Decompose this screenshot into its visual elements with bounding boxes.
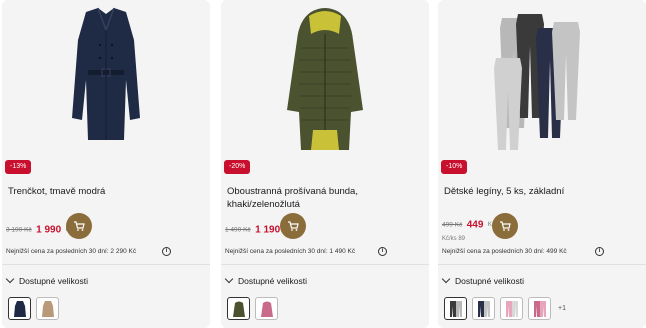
more-swatches-link[interactable]: +1 <box>558 305 566 312</box>
discount-badge: -13% <box>5 160 32 174</box>
lowest-price-note: Nejnižší cena za posledních 30 dní: 2 29… <box>6 248 137 255</box>
beige-coat-swatch-icon[interactable] <box>36 297 59 320</box>
chevron-down-icon <box>441 274 451 284</box>
cart-icon <box>500 221 511 231</box>
new-price: 449 <box>466 219 484 231</box>
discount-badge: -20% <box>224 160 251 174</box>
product-name[interactable]: Oboustranná prošívaná bunda, khaki/zelen… <box>227 185 423 211</box>
available-sizes-toggle[interactable]: Dostupné velikosti <box>5 274 88 286</box>
new-price: 1 190 <box>255 224 281 236</box>
product-card[interactable]: -20% Oboustranná prošívaná bunda, khaki/… <box>221 0 429 328</box>
product-card[interactable]: -13% Trenčkot, tmavě modrá 3 190 Kč 1 99… <box>2 0 210 328</box>
discount-badge: -10% <box>441 160 468 174</box>
available-sizes-toggle[interactable]: Dostupné velikosti <box>224 274 307 286</box>
lowest-price-note: Nejnižší cena za posledních 30 dní: 1 49… <box>225 248 356 255</box>
color-swatches <box>8 297 59 320</box>
cart-icon <box>288 221 299 231</box>
old-price: 499 Kč <box>442 221 463 229</box>
product-card[interactable]: -10% Dětské legíny, 5 ks, základní 499 K… <box>438 0 646 328</box>
grey-leggings-swatch-icon[interactable] <box>472 297 495 320</box>
product-image-quilted-jacket[interactable] <box>221 0 429 150</box>
product-grid: -13% Trenčkot, tmavě modrá 3 190 Kč 1 99… <box>0 0 646 328</box>
color-swatches <box>227 297 278 320</box>
chevron-down-icon <box>5 274 15 284</box>
product-image-trench-coat[interactable] <box>2 0 210 150</box>
product-name[interactable]: Trenčkot, tmavě modrá <box>8 185 204 198</box>
pink-leggings-swatch-icon[interactable] <box>528 297 551 320</box>
add-to-cart-button[interactable] <box>492 213 518 239</box>
add-to-cart-button[interactable] <box>66 213 92 239</box>
divider <box>2 264 210 265</box>
khaki-jacket-swatch-icon[interactable] <box>227 297 250 320</box>
grey-leggings-swatch-icon[interactable] <box>444 297 467 320</box>
old-price: 3 190 Kč <box>6 226 32 234</box>
old-price: 1 490 Kč <box>225 226 251 234</box>
add-to-cart-button[interactable] <box>280 213 306 239</box>
available-sizes-label: Dostupné velikosti <box>455 276 524 286</box>
cart-icon <box>74 221 85 231</box>
pink-jacket-swatch-icon[interactable] <box>255 297 278 320</box>
available-sizes-toggle[interactable]: Dostupné velikosti <box>441 274 524 286</box>
divider <box>221 264 429 265</box>
navy-coat-swatch-icon[interactable] <box>8 297 31 320</box>
available-sizes-label: Dostupné velikosti <box>19 276 88 286</box>
info-icon[interactable]: i <box>595 247 604 256</box>
info-icon[interactable]: i <box>162 247 171 256</box>
product-image-kids-leggings[interactable] <box>438 0 646 150</box>
product-name[interactable]: Dětské legíny, 5 ks, základní <box>444 185 640 198</box>
color-swatches: +1 <box>444 297 566 320</box>
pink-leggings-swatch-icon[interactable] <box>500 297 523 320</box>
info-icon[interactable]: i <box>378 247 387 256</box>
divider <box>438 264 646 265</box>
available-sizes-label: Dostupné velikosti <box>238 276 307 286</box>
lowest-price-note: Nejnižší cena za posledních 30 dní: 499 … <box>442 248 567 255</box>
chevron-down-icon <box>224 274 234 284</box>
new-price: 1 990 <box>36 224 62 236</box>
